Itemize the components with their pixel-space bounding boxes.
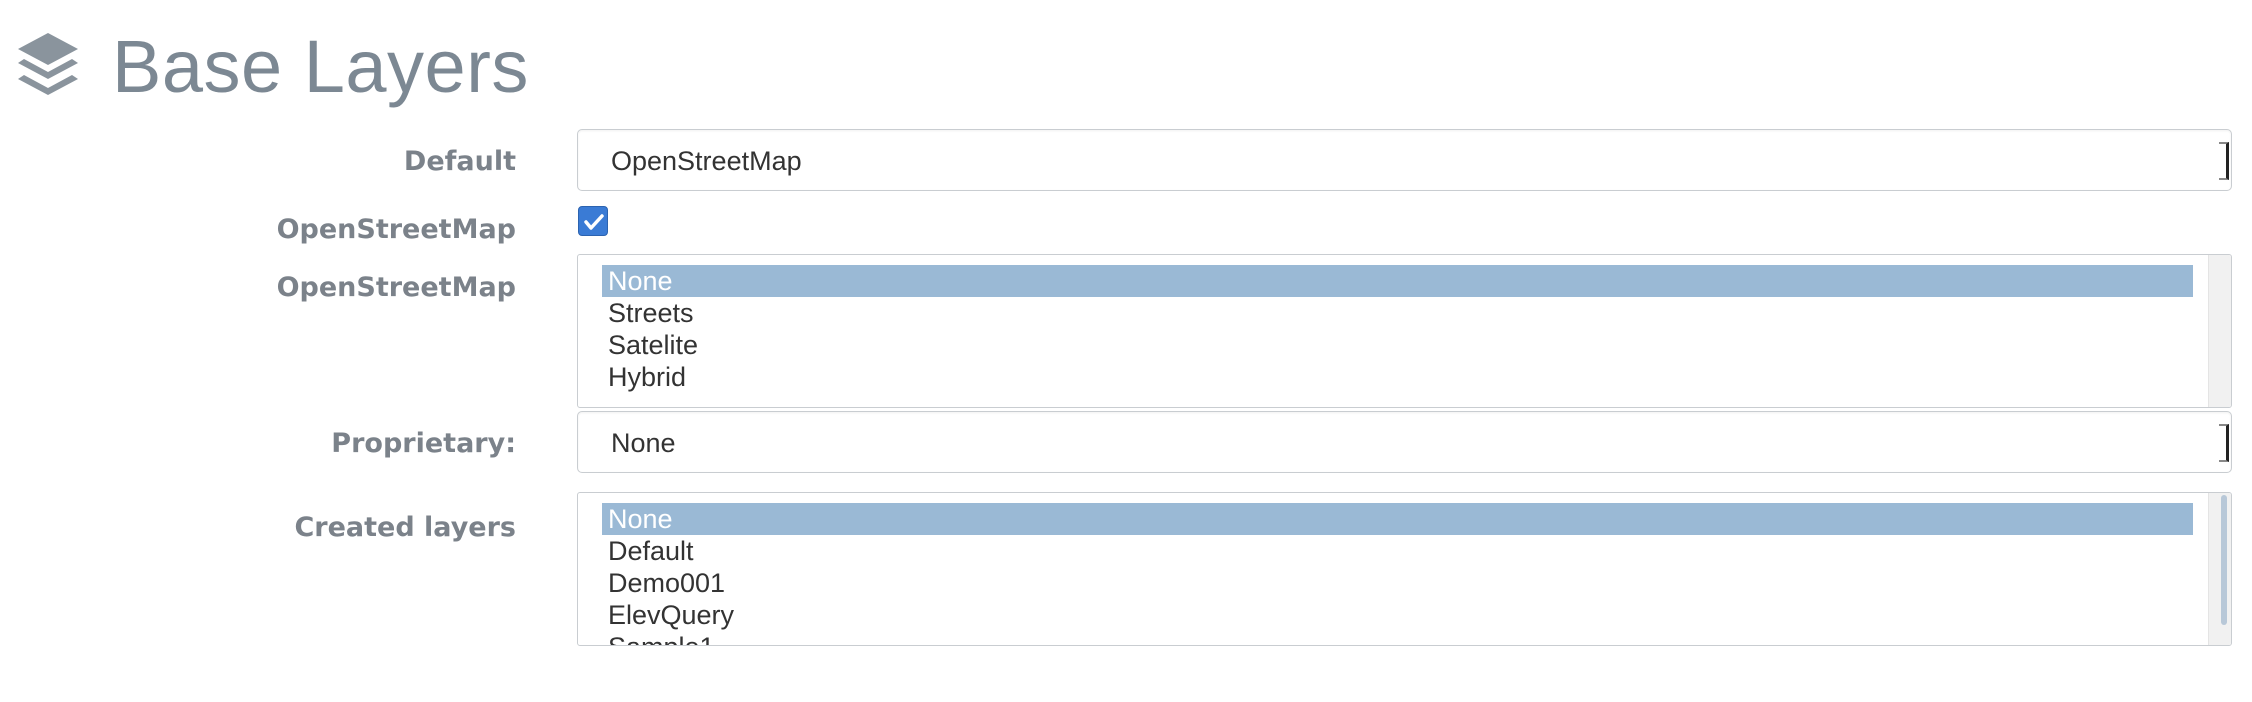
- checkmark-icon: [584, 214, 604, 230]
- page-header: Base Layers: [14, 22, 529, 112]
- proprietary-select-value: None: [611, 428, 676, 458]
- list-item[interactable]: None: [602, 265, 2193, 297]
- list-item[interactable]: Satelite: [602, 329, 2193, 361]
- created-layers-label: Created layers: [294, 512, 516, 543]
- created-layers-listbox[interactable]: None Default Demo001 ElevQuery Sample1: [577, 492, 2232, 646]
- list-item[interactable]: None: [602, 503, 2193, 535]
- scrollbar-thumb[interactable]: [2221, 495, 2227, 625]
- default-label: Default: [403, 146, 516, 177]
- osm-list-scrollbar[interactable]: [2208, 255, 2231, 407]
- list-item[interactable]: ElevQuery: [602, 599, 2193, 631]
- select-arrow-icon: [2219, 424, 2229, 462]
- osm-listbox[interactable]: None Streets Satelite Hybrid: [577, 254, 2232, 408]
- osm-list-label: OpenStreetMap: [276, 272, 516, 303]
- default-select[interactable]: OpenStreetMap: [577, 129, 2232, 191]
- osm-list-items: None Streets Satelite Hybrid: [602, 265, 2193, 393]
- created-layers-scrollbar[interactable]: [2208, 493, 2231, 645]
- proprietary-select[interactable]: None: [577, 411, 2232, 473]
- osm-checkbox[interactable]: [578, 206, 608, 236]
- default-select-value: OpenStreetMap: [611, 146, 802, 176]
- list-item[interactable]: Demo001: [602, 567, 2193, 599]
- proprietary-label: Proprietary:: [331, 428, 516, 459]
- list-item[interactable]: Sample1: [602, 631, 2193, 645]
- created-layers-items: None Default Demo001 ElevQuery Sample1: [602, 503, 2193, 645]
- layers-icon: [14, 29, 82, 105]
- list-item[interactable]: Streets: [602, 297, 2193, 329]
- page-title: Base Layers: [112, 25, 529, 108]
- list-item[interactable]: Hybrid: [602, 361, 2193, 393]
- select-arrow-icon: [2219, 142, 2229, 180]
- list-item[interactable]: Default: [602, 535, 2193, 567]
- osm-checkbox-label: OpenStreetMap: [276, 214, 516, 245]
